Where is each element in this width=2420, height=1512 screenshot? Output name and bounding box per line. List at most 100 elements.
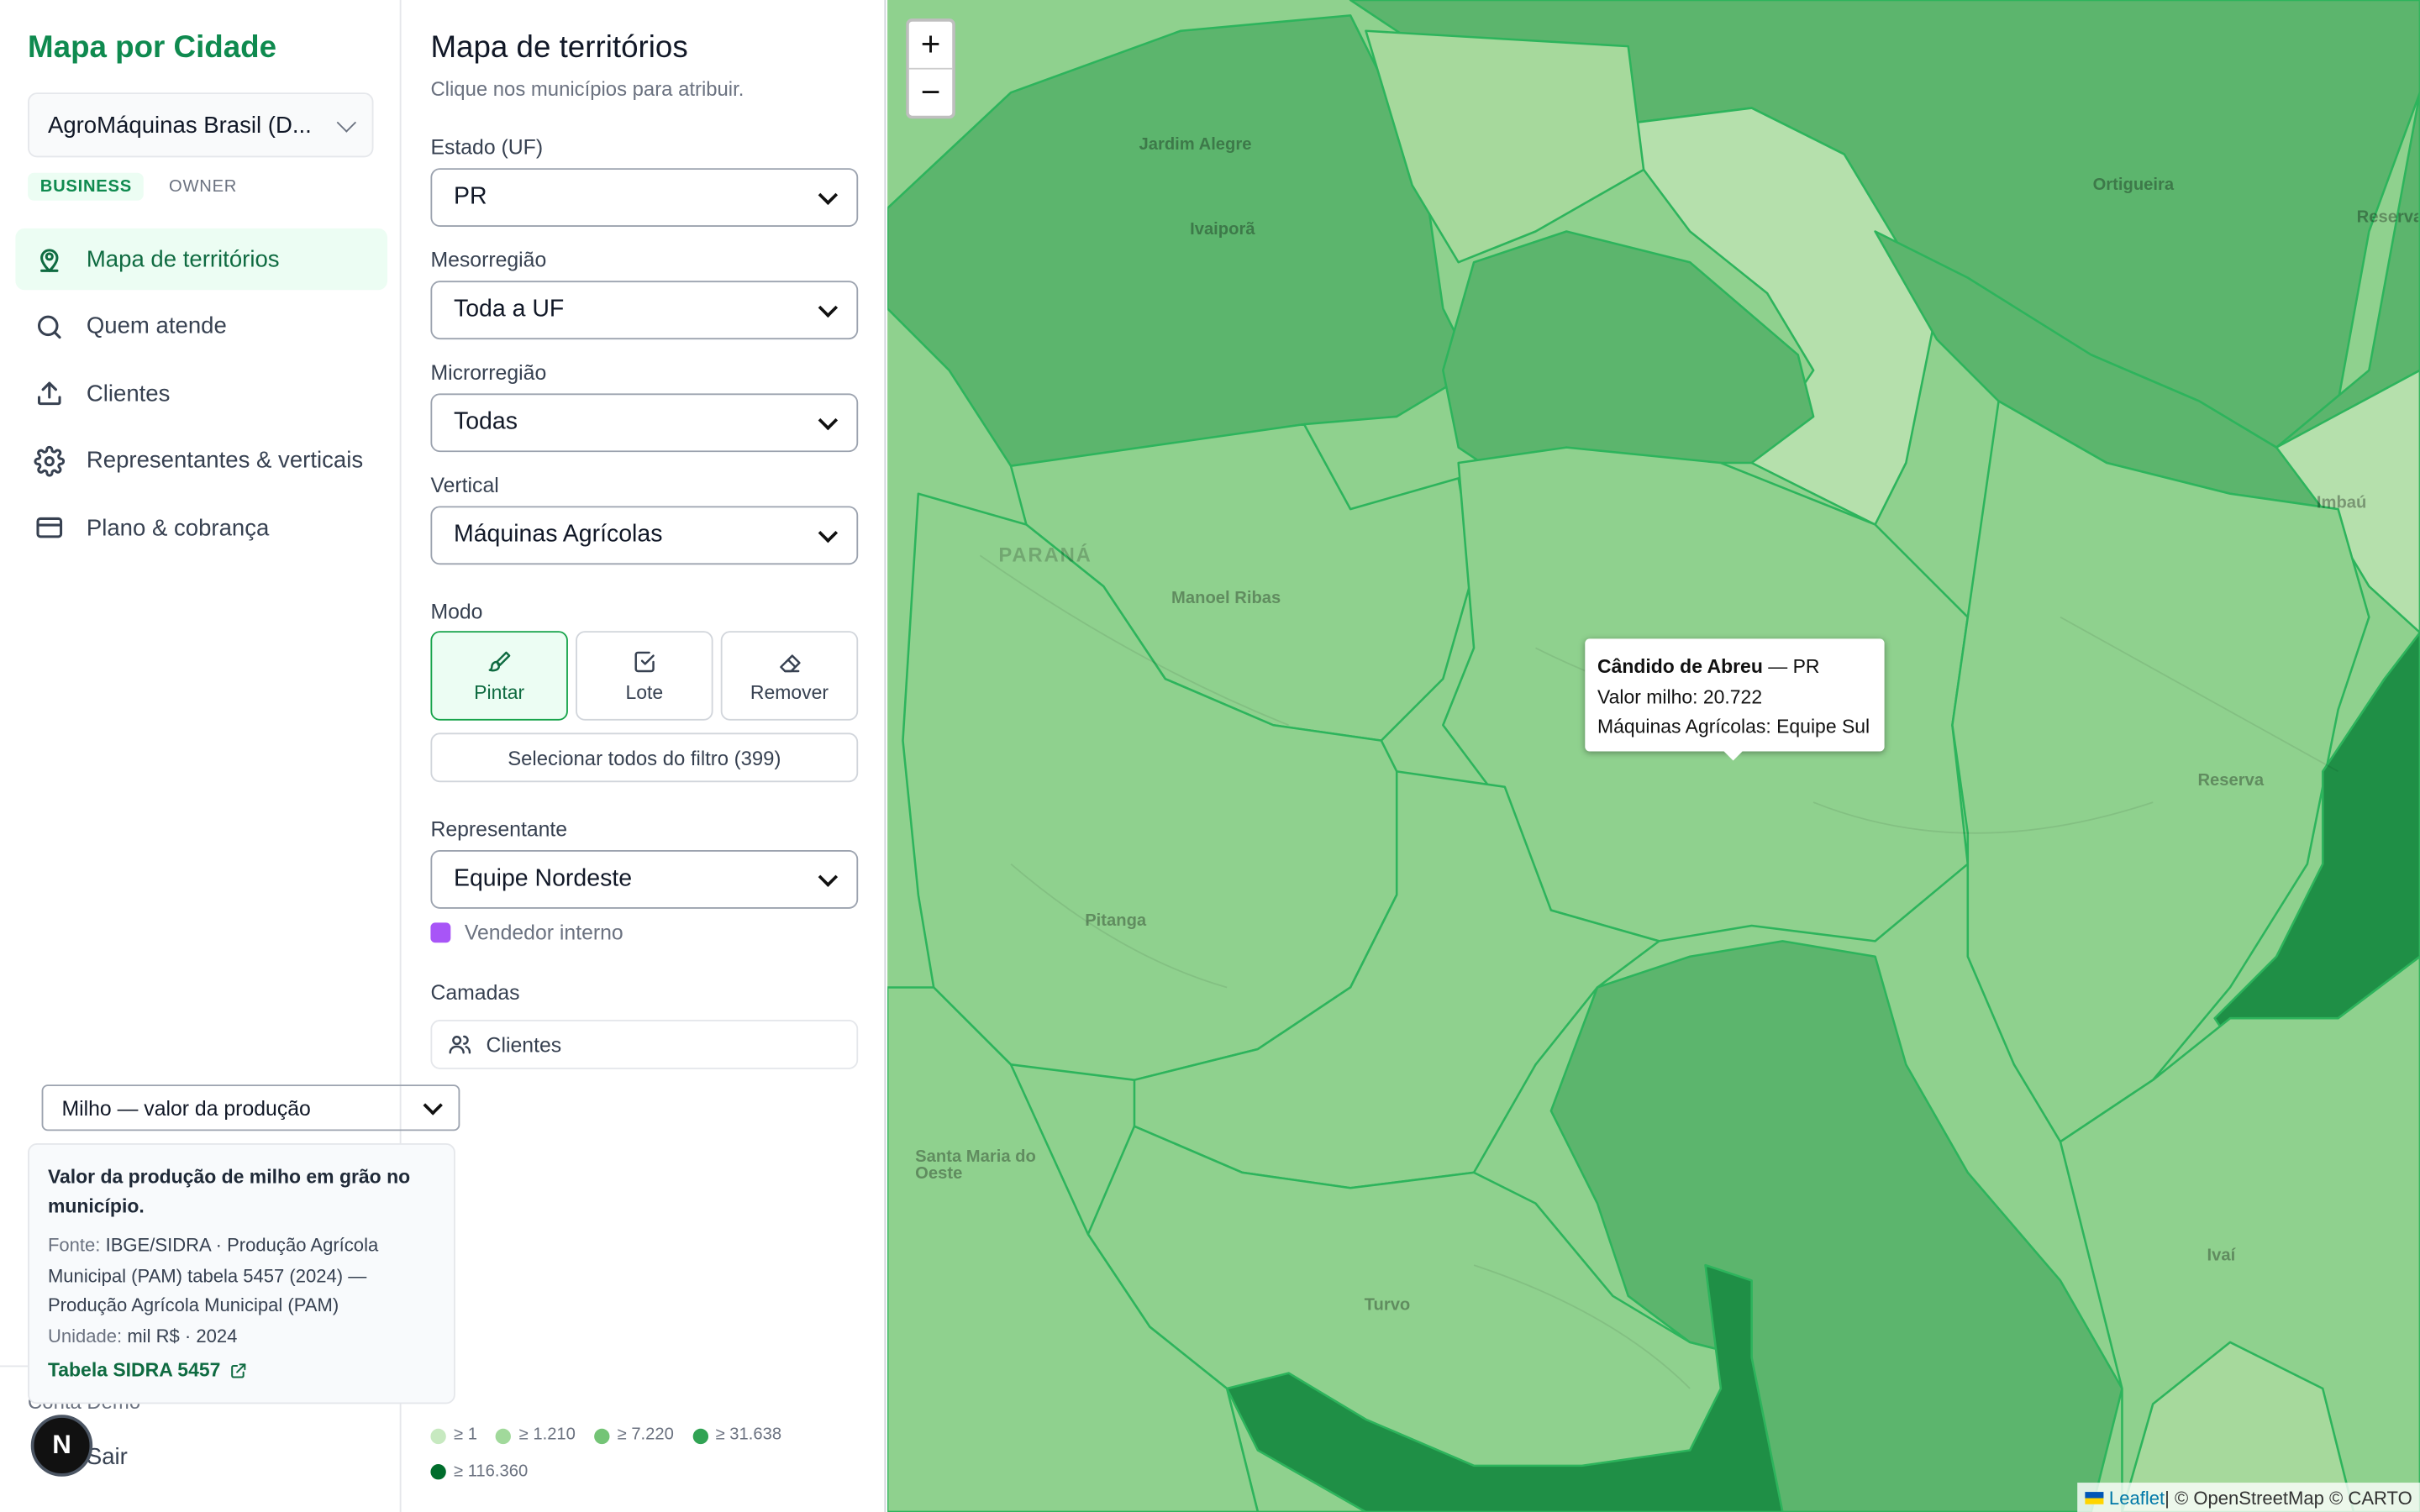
zoom-out-button[interactable]: − xyxy=(908,67,953,116)
place-label: Reserva do Iguaçu xyxy=(2356,207,2419,227)
gear-icon xyxy=(34,445,66,477)
legend-swatch xyxy=(430,1427,446,1444)
org-selector[interactable]: AgroMáquinas Brasil (D... xyxy=(28,92,374,158)
users-icon xyxy=(449,1035,471,1054)
uf-select[interactable]: PR xyxy=(430,168,859,227)
place-label: Ivaiporã xyxy=(1190,220,1255,239)
chevron-down-icon xyxy=(818,866,839,886)
credit-card-icon xyxy=(36,517,63,539)
sidebar-item-label: Clientes xyxy=(86,381,171,407)
leaflet-link[interactable]: Leaflet xyxy=(2109,1487,2165,1509)
meso-value: Toda a UF xyxy=(453,296,565,323)
sidebar-item-representantes[interactable]: Representantes & verticais xyxy=(15,430,387,491)
mode-group: Pintar Lote Remover xyxy=(430,631,859,721)
sidebar-item-label: Mapa de territórios xyxy=(86,245,280,273)
map-canvas[interactable]: Jardim Alegre Ivaiporã Ortigueira Manoel… xyxy=(887,0,2420,1512)
legend-label: ≥ 116.360 xyxy=(453,1462,529,1481)
layer-info-meta: Fonte: IBGE/SIDRA · Produção Agrícola Mu… xyxy=(48,1231,435,1352)
mode-remover-label: Remover xyxy=(750,680,829,703)
rep-label: Representante xyxy=(430,817,568,842)
legend-item: ≥ 7.220 xyxy=(594,1420,674,1452)
micro-label: Microrregião xyxy=(430,360,547,385)
sidebar-nav: Mapa de territórios Quem atende Clientes… xyxy=(15,228,388,564)
meso-label: Mesorregião xyxy=(430,248,547,272)
attribution-text: | © OpenStreetMap © CARTO xyxy=(2165,1486,2412,1509)
meso-select[interactable]: Toda a UF xyxy=(430,281,859,340)
map-pin-icon xyxy=(40,249,59,272)
legend-swatch xyxy=(430,1464,446,1480)
ukraine-flag-icon xyxy=(2084,1491,2103,1504)
upload-icon xyxy=(37,381,61,406)
legend-swatch xyxy=(496,1427,512,1444)
uf-label: Estado (UF) xyxy=(430,135,544,160)
rep-select[interactable]: Equipe Nordeste xyxy=(430,850,859,909)
municipality-polygons[interactable] xyxy=(887,0,2420,1512)
mode-remover-button[interactable]: Remover xyxy=(720,631,859,721)
legend-label: ≥ 7.220 xyxy=(617,1425,674,1445)
chevron-down-icon xyxy=(423,1095,443,1115)
legend-swatch xyxy=(594,1427,610,1444)
sidebar-item-label: Plano & cobrança xyxy=(86,515,270,542)
rep-legend: Vendedor interno xyxy=(430,921,623,945)
sidra-table-link[interactable]: Tabela SIDRA 5457 xyxy=(48,1360,435,1382)
legend-label: ≥ 1 xyxy=(453,1425,477,1445)
chevron-down-icon xyxy=(818,184,839,205)
mode-lote-button[interactable]: Lote xyxy=(576,631,713,721)
role-business[interactable]: BUSINESS xyxy=(28,172,145,201)
logout-link[interactable]: Sair xyxy=(87,1444,128,1470)
vertical-label: Vertical xyxy=(430,473,499,497)
tooltip-city: Cândido de Abreu xyxy=(1597,655,1763,678)
clientes-layer-label: Clientes xyxy=(486,1032,562,1057)
layer-info-card: Valor da produção de milho em grão no mu… xyxy=(28,1142,455,1404)
chevron-down-icon xyxy=(336,112,357,132)
vertical-select[interactable]: Máquinas Agrícolas xyxy=(430,506,859,565)
rep-value: Equipe Nordeste xyxy=(453,865,633,892)
layer-select[interactable]: Milho — valor da produção xyxy=(41,1084,460,1131)
sidebar-item-plano-cobranca[interactable]: Plano & cobrança xyxy=(15,497,387,559)
mode-pintar-label: Pintar xyxy=(474,680,525,703)
choropleth-legend: ≥ 1 ≥ 1.210 ≥ 7.220 ≥ 31.638 ≥ 116.360 xyxy=(430,1420,862,1492)
unidade-key: Unidade: xyxy=(47,1325,123,1347)
micro-select[interactable]: Todas xyxy=(430,393,859,453)
place-label: Pitanga xyxy=(1085,911,1147,931)
checkbox-icon xyxy=(634,650,654,672)
sidebar-item-quem-atende[interactable]: Quem atende xyxy=(15,296,387,357)
place-label: Manoel Ribas xyxy=(1171,589,1281,608)
place-label: Ivaí xyxy=(2207,1247,2236,1266)
legend-swatch xyxy=(692,1427,708,1444)
zoom-in-button[interactable]: + xyxy=(909,22,952,68)
sidebar-item-mapa-territorios[interactable]: Mapa de territórios xyxy=(15,228,388,291)
brand-title: Mapa por Cidade xyxy=(28,30,277,66)
select-all-button[interactable]: Selecionar todos do filtro (399) xyxy=(430,732,859,783)
rep-color-swatch xyxy=(430,922,451,943)
role-owner[interactable]: OWNER xyxy=(156,173,250,201)
zoom-control: + − xyxy=(906,18,955,119)
legend-item: ≥ 1.210 xyxy=(496,1420,576,1452)
layer-info-title: Valor da produção de milho em grão no mu… xyxy=(47,1166,411,1218)
place-label: Reserva xyxy=(2197,771,2265,790)
unidade-value: mil R$ · 2024 xyxy=(127,1325,238,1347)
legend-item: ≥ 116.360 xyxy=(430,1456,528,1488)
layer-value: Milho — valor da produção xyxy=(61,1095,311,1120)
sidebar-item-label: Quem atende xyxy=(86,313,227,340)
mode-pintar-button[interactable]: Pintar xyxy=(430,631,568,721)
fonte-key: Fonte: xyxy=(47,1234,101,1257)
tooltip-value: Valor milho: 20.722 xyxy=(1597,685,1763,708)
clientes-layer-toggle[interactable]: Clientes xyxy=(430,1020,859,1069)
modo-label: Modo xyxy=(430,600,483,624)
paintbrush-icon xyxy=(487,650,510,671)
sidra-link-label: Tabela SIDRA 5457 xyxy=(47,1359,221,1382)
eraser-icon xyxy=(779,654,800,672)
place-label: Santa Maria do Oeste xyxy=(915,1147,1036,1184)
camadas-label: Camadas xyxy=(430,981,520,1005)
rep-interno-label: Vendedor interno xyxy=(464,921,623,945)
external-link-icon xyxy=(230,1363,246,1378)
legend-label: ≥ 1.210 xyxy=(518,1425,576,1445)
municipality-tooltip: Cândido de Abreu — PR Valor milho: 20.72… xyxy=(1585,638,1885,761)
sidebar-item-clientes[interactable]: Clientes xyxy=(15,363,387,424)
chevron-down-icon xyxy=(818,297,839,318)
next-badge-icon[interactable]: N xyxy=(30,1415,93,1477)
page-subtitle: Clique nos municípios para atribuir. xyxy=(430,76,744,101)
place-label: Imbaú xyxy=(2316,493,2367,512)
chevron-down-icon xyxy=(818,522,839,543)
